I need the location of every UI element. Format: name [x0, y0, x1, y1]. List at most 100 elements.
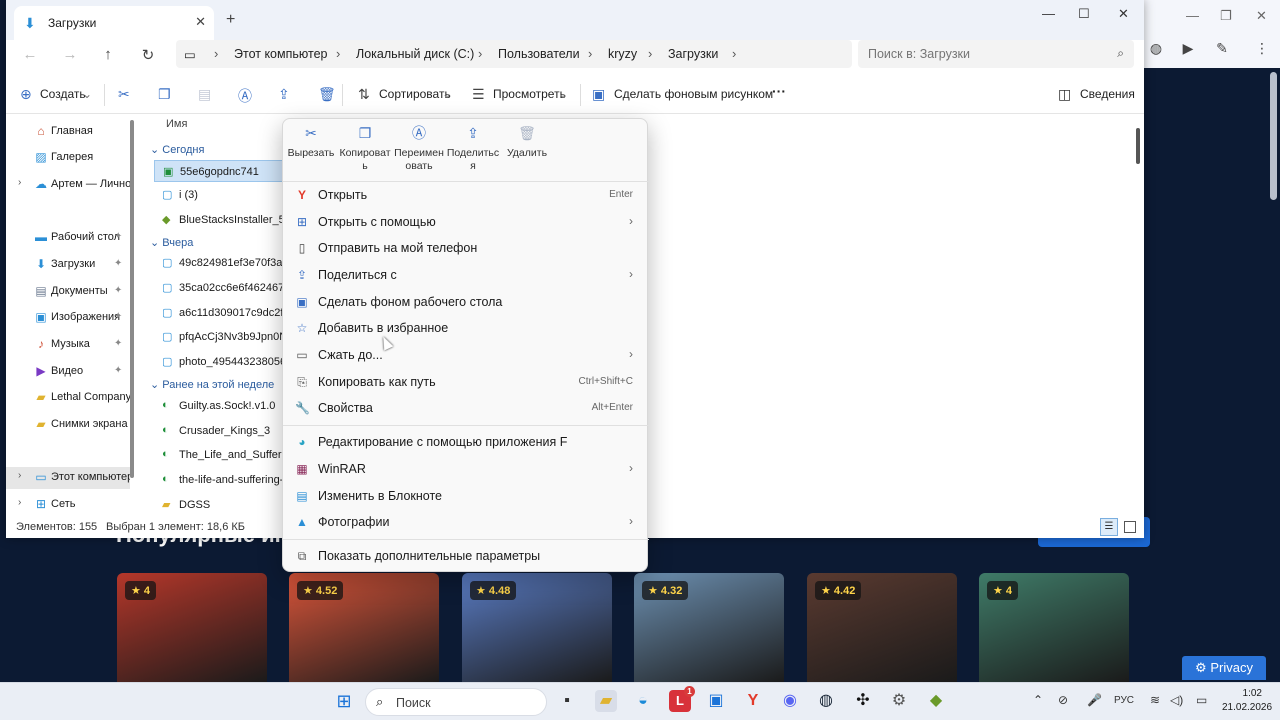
group-header-today[interactable]: ⌄ Сегодня [150, 143, 204, 156]
game-card[interactable]: ★ 4.32 [634, 573, 784, 683]
language-indicator[interactable]: РУС [1114, 695, 1134, 706]
menu-item-photos[interactable]: ▲ Фотографии › [283, 509, 649, 536]
menu-item-edit-in-notepad[interactable]: ▤ Изменить в Блокноте [283, 483, 649, 510]
minimize-button[interactable]: — [1042, 6, 1055, 21]
more-options-icon[interactable]: ··· [772, 83, 786, 99]
browser-menu-icon[interactable]: ⋮ [1254, 40, 1270, 56]
chevron-right-icon[interactable]: › [588, 46, 592, 61]
tab-downloads[interactable]: ⬇ Загрузки ✕ [14, 6, 214, 40]
file-row[interactable]: ▢ i (3) [154, 184, 294, 206]
chevron-down-icon[interactable]: ⌄ [442, 87, 452, 101]
view-button[interactable]: Просмотреть [493, 87, 566, 101]
details-view-button[interactable]: ☰ [1100, 518, 1118, 536]
game-card[interactable]: ★ 4.42 [807, 573, 957, 683]
file-row[interactable]: ▰ DGSS [154, 494, 294, 516]
file-row[interactable]: ▢ 49c824981ef3e70f3afa75 [154, 252, 294, 274]
wallpaper-icon[interactable]: ▣ [592, 86, 605, 103]
privacy-button[interactable]: ⚙ Privacy [1182, 656, 1266, 680]
nav-item-gallery[interactable]: ▨ Галерея [6, 147, 130, 169]
browser-close-button[interactable]: ✕ [1256, 8, 1267, 24]
breadcrumb[interactable]: ▭ › Этот компьютер › Локальный диск (C:)… [176, 40, 852, 68]
file-row[interactable]: ▢ a6c11d309017c9dc2f81 [154, 302, 294, 324]
edge-icon[interactable]: ◒ [632, 690, 654, 712]
browser-scrollbar-thumb[interactable] [1270, 72, 1277, 200]
search-box[interactable]: ⌕ [858, 40, 1134, 68]
new-tab-button[interactable]: + [226, 11, 235, 29]
copy-icon[interactable]: ❐ [158, 86, 171, 103]
file-row[interactable]: ◐ the-life-and-suffering-of [154, 469, 294, 491]
browser-restore-button[interactable]: ❐ [1220, 8, 1232, 24]
breadcrumb-item[interactable]: Этот компьютер [234, 47, 327, 61]
file-row[interactable]: ▢ 35ca02cc6e6f462467e5e [154, 277, 294, 299]
share-button[interactable]: ⇪ Поделитьс я [445, 126, 501, 173]
nav-item-screenshots[interactable]: ▰ Снимки экрана [6, 414, 130, 436]
close-icon[interactable]: ✕ [195, 14, 206, 30]
mail-app-icon[interactable]: L1 [669, 686, 695, 712]
column-header-name[interactable]: Имя [166, 118, 187, 130]
breadcrumb-item[interactable]: Пользователи [498, 47, 580, 61]
nav-item-onedrive[interactable]: › ☁ Артем — Личное [6, 174, 130, 196]
nav-item-video[interactable]: ▶ Видео ✦ [6, 361, 130, 383]
forward-button[interactable]: → [60, 46, 80, 63]
chevron-right-icon[interactable]: › [18, 497, 21, 508]
file-row[interactable]: ▣ 55e6gopdnc741 [154, 160, 294, 182]
close-window-button[interactable]: ✕ [1118, 6, 1129, 22]
extensions-icon[interactable]: ✎ [1214, 40, 1230, 56]
navigation-scrollbar[interactable] [130, 120, 134, 478]
copy-button[interactable]: ❐ Копироват ь [337, 126, 393, 173]
menu-item-show-more-options[interactable]: ⧉ Показать дополнительные параметры [283, 543, 649, 570]
menu-item-open-with[interactable]: ⊞ Открыть с помощью › [283, 209, 649, 236]
battery-icon[interactable]: ▭ [1196, 693, 1207, 707]
file-row[interactable]: ◐ Guilty.as.Sock!.v1.0 [154, 395, 294, 417]
maximize-button[interactable]: ☐ [1078, 6, 1090, 22]
search-input[interactable] [868, 44, 1098, 64]
rename-icon[interactable]: Ⓐ [238, 86, 252, 106]
chevron-right-icon[interactable]: › [732, 46, 736, 61]
nav-item-downloads[interactable]: ⬇ Загрузки ✦ [6, 254, 130, 276]
clock[interactable]: 1:02 21.02.2026 [1222, 687, 1272, 715]
start-button[interactable]: ⊞ [333, 690, 355, 712]
create-button[interactable]: Создать [40, 87, 86, 101]
browser-minimize-button[interactable]: — [1186, 8, 1199, 23]
view-icon[interactable]: ☰ [472, 86, 485, 103]
cut-icon[interactable]: ✂ [118, 86, 130, 103]
settings-icon[interactable]: ⚙ [888, 690, 910, 712]
cut-button[interactable]: ✂ Вырезать [283, 126, 339, 160]
game-card[interactable]: ★ 4.48 [462, 573, 612, 683]
plus-circle-icon[interactable]: ⊕ [20, 86, 32, 103]
volume-icon[interactable]: ◁) [1170, 693, 1183, 707]
menu-item-properties[interactable]: 🔧 Свойства Alt+Enter [283, 395, 649, 422]
details-button[interactable]: Сведения [1080, 87, 1135, 101]
nav-item-images[interactable]: ▣ Изображения ✦ [6, 307, 130, 329]
chevron-right-icon[interactable]: › [18, 177, 21, 188]
globe-icon[interactable]: ◍ [1148, 40, 1164, 56]
group-header-yesterday[interactable]: ⌄ Вчера [150, 236, 193, 249]
game-card[interactable]: ★ 4 [979, 573, 1129, 683]
chevron-right-icon[interactable]: › [18, 470, 21, 481]
nav-item-home[interactable]: ⌂ Главная [6, 121, 130, 143]
nav-item-music[interactable]: ♪ Музыка ✦ [6, 334, 130, 356]
breadcrumb-item[interactable]: kryzy [608, 47, 637, 61]
menu-item-copy-as-path[interactable]: ⎘ Копировать как путь Ctrl+Shift+C [283, 369, 649, 396]
set-wallpaper-button[interactable]: Сделать фоновым рисунком [614, 87, 773, 101]
file-row[interactable]: ◐The_Life_and_Suffering_of [154, 444, 294, 466]
tiles-view-button[interactable] [1124, 521, 1136, 533]
menu-item-compress[interactable]: ▭ Сжать до... › [283, 342, 649, 369]
file-list-scrollbar[interactable] [1136, 128, 1140, 164]
menu-item-add-to-favorites[interactable]: ☆ Добавить в избранное [283, 315, 649, 342]
network-off-icon[interactable]: ⊘ [1058, 693, 1068, 707]
breadcrumb-item[interactable]: Загрузки [668, 47, 718, 61]
chevron-up-icon[interactable]: ⌃ [1033, 693, 1043, 707]
chevron-right-icon[interactable]: › [478, 46, 482, 61]
sort-icon[interactable]: ⇅ [358, 86, 370, 103]
file-row[interactable]: ▢photo_4954432380567481 [154, 351, 294, 373]
details-pane-icon[interactable]: ◫ [1058, 86, 1071, 103]
group-header-earlier-this-week[interactable]: ⌄ Ранее на этой неделе [150, 378, 274, 391]
yandex-browser-icon[interactable]: Y [742, 690, 764, 712]
nav-item-this-pc[interactable]: › ▭ Этот компьютер [6, 467, 130, 489]
nav-item-lethal-company[interactable]: ▰ Lethal Company [6, 387, 130, 409]
up-button[interactable]: ↑ [98, 46, 118, 63]
menu-item-edit-with-app[interactable]: ◕ Редактирование с помощью приложения F [283, 429, 649, 456]
share-icon[interactable]: ⇪ [278, 86, 290, 103]
store-icon[interactable]: ▣ [705, 690, 727, 712]
